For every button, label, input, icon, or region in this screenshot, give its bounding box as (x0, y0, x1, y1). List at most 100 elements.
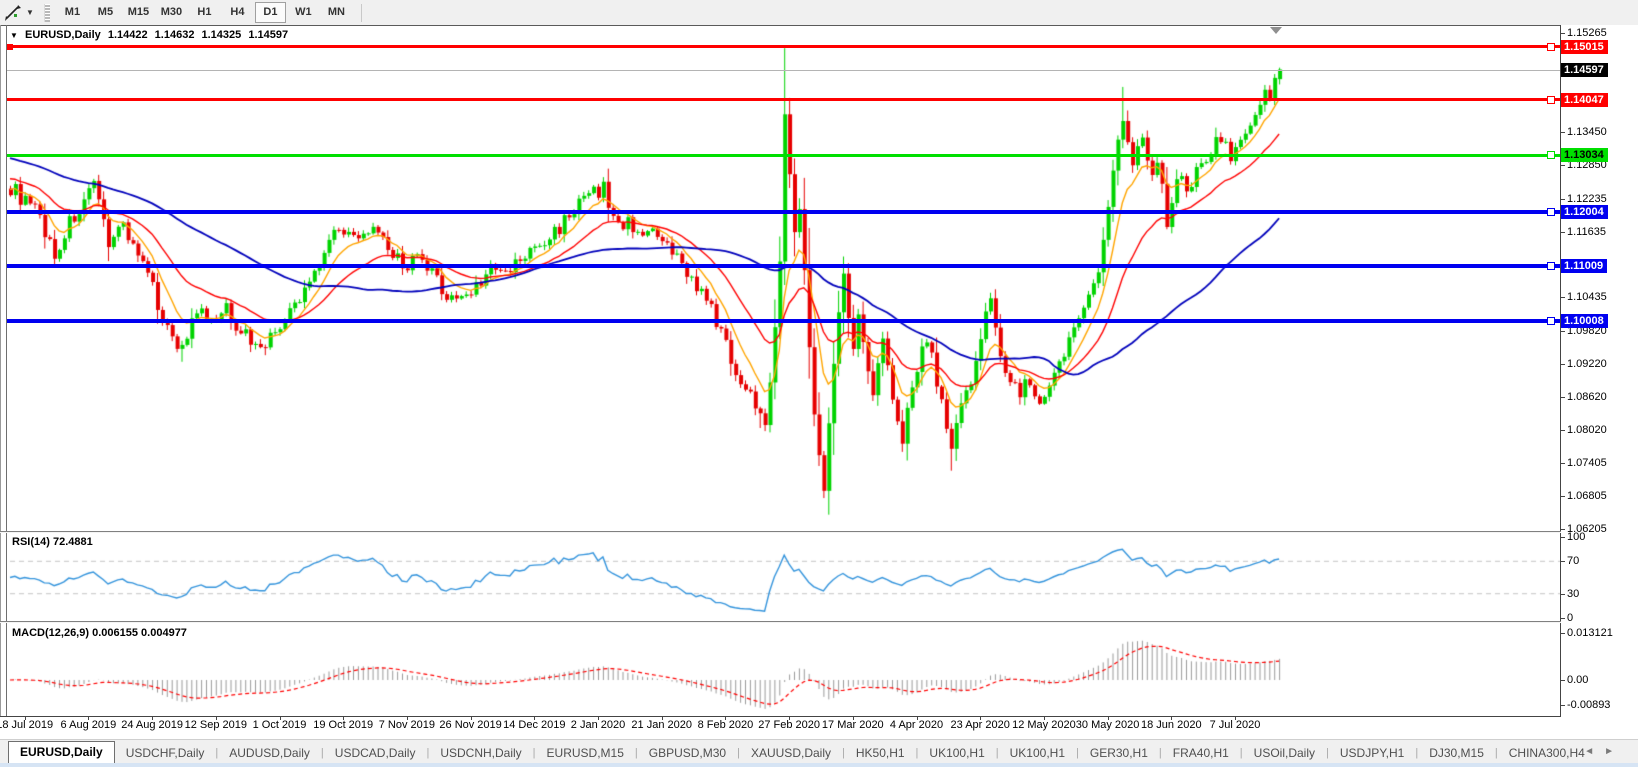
date-axis: 18 Jul 20196 Aug 201924 Aug 201912 Sep 2… (0, 719, 1561, 735)
line-handle-icon[interactable] (1547, 43, 1555, 51)
chart-shift-marker-icon[interactable] (1270, 27, 1282, 34)
tab-china300-h4[interactable]: CHINA300,H4 (1498, 743, 1596, 763)
chart-symbol-label: EURUSD,Daily (25, 29, 101, 41)
date-label: 27 Feb 2020 (758, 719, 820, 731)
price-tick-label: 1.15265 (1567, 26, 1607, 40)
timeframe-button-h4[interactable]: H4 (222, 2, 253, 23)
macd-tick-label: 0.013121 (1567, 626, 1613, 640)
macd-signal-value: 0.004977 (141, 627, 187, 639)
rsi-value: 72.4881 (53, 536, 93, 548)
timeframe-button-mn[interactable]: MN (321, 2, 352, 23)
timeframe-button-w1[interactable]: W1 (288, 2, 319, 23)
date-label: 23 Apr 2020 (951, 719, 1010, 731)
tab-scroll-right-icon[interactable]: ► (1604, 746, 1624, 757)
tab-uk100-h1[interactable]: UK100,H1 (999, 743, 1076, 763)
date-label: 30 May 2020 (1076, 719, 1140, 731)
ohlc-low: 1.14325 (202, 29, 242, 41)
timeframe-button-m5[interactable]: M5 (90, 2, 121, 23)
date-label: 18 Jun 2020 (1141, 719, 1202, 731)
timeframe-button-m1[interactable]: M1 (57, 2, 88, 23)
date-tick (917, 717, 918, 720)
tool-dropdown-caret-icon[interactable]: ▼ (26, 8, 34, 17)
macd-tick-label: -0.00893 (1567, 698, 1610, 712)
chart-title: ▼ EURUSD,Daily 1.14422 1.14632 1.14325 1… (10, 29, 292, 41)
tab-hk50-h1[interactable]: HK50,H1 (845, 743, 916, 763)
price-level-badge: 1.13034 (1561, 148, 1608, 162)
price-level-line-1.11009[interactable] (7, 264, 1560, 268)
timeframe-button-h1[interactable]: H1 (189, 2, 220, 23)
tab-eurusd-daily[interactable]: EURUSD,Daily (8, 741, 115, 763)
date-label: 8 Feb 2020 (698, 719, 754, 731)
tab-usdjpy-h1[interactable]: USDJPY,H1 (1329, 743, 1415, 763)
date-tick (1235, 717, 1236, 720)
line-handle-icon[interactable] (1547, 317, 1555, 325)
tab-dj30-m15[interactable]: DJ30,M15 (1418, 743, 1495, 763)
time-axis-line (0, 716, 1561, 717)
date-tick (471, 717, 472, 720)
price-level-line-1.10008[interactable] (7, 319, 1560, 323)
timeframe-button-d1[interactable]: D1 (255, 2, 286, 23)
toolbar-grip-handle[interactable] (44, 4, 50, 22)
date-tick (343, 717, 344, 720)
line-handle-icon[interactable] (1547, 151, 1555, 159)
price-tick-label: 1.12235 (1567, 192, 1607, 206)
tab-usdcad-daily[interactable]: USDCAD,Daily (324, 743, 427, 763)
rsi-tick-label: 0 (1567, 611, 1573, 625)
tab-audusd-daily[interactable]: AUDUSD,Daily (218, 743, 321, 763)
tab-usdcnh-daily[interactable]: USDCNH,Daily (429, 743, 532, 763)
date-label: 4 Apr 2020 (890, 719, 943, 731)
timeframe-button-m30[interactable]: M30 (156, 2, 187, 23)
price-level-line-1.13034[interactable] (7, 154, 1560, 157)
date-tick (152, 717, 153, 720)
price-level-badge: 1.15015 (1561, 40, 1608, 54)
tab-usdchf-daily[interactable]: USDCHF,Daily (115, 743, 216, 763)
macd-tick-label: 0.00 (1567, 673, 1588, 687)
chart-tabs: EURUSD,DailyUSDCHF,Daily|AUDUSD,Daily|US… (8, 740, 1596, 763)
macd-label: MACD(12,26,9) 0.006155 0.004977 (12, 627, 187, 639)
tab-xauusd-daily[interactable]: XAUUSD,Daily (740, 743, 842, 763)
price-level-line-1.14047[interactable] (7, 98, 1560, 101)
tab-scroll-arrows: ◄► (1584, 746, 1624, 757)
tab-fra40-h1[interactable]: FRA40,H1 (1162, 743, 1240, 763)
date-tick (534, 717, 535, 720)
date-tick (1044, 717, 1045, 720)
price-level-badge: 1.10008 (1561, 314, 1608, 328)
line-handle-icon[interactable] (1547, 262, 1555, 270)
date-label: 1 Oct 2019 (253, 719, 307, 731)
timeframe-button-m15[interactable]: M15 (123, 2, 154, 23)
price-chart-canvas[interactable] (7, 26, 1560, 716)
tab-uk100-h1[interactable]: UK100,H1 (918, 743, 995, 763)
date-tick (1108, 717, 1109, 720)
price-axis: 1.152651.134501.128501.122351.116351.104… (1561, 25, 1638, 716)
date-label: 12 Sep 2019 (185, 719, 247, 731)
date-label: 18 Jul 2019 (0, 719, 53, 731)
tab-eurusd-m15[interactable]: EURUSD,M15 (536, 743, 635, 763)
price-tick-label: 1.10435 (1567, 290, 1607, 304)
price-level-line-1.15015[interactable] (7, 45, 1560, 48)
timeframe-toolbar: ▼ M1M5M15M30H1H4D1W1MN (0, 0, 1638, 25)
tab-scroll-left-icon[interactable]: ◄ (1584, 746, 1604, 757)
macd-main-value: 0.006155 (92, 627, 138, 639)
price-tick-label: 1.08020 (1567, 423, 1607, 437)
date-tick (598, 717, 599, 720)
price-level-line-1.12004[interactable] (7, 210, 1560, 214)
date-tick (853, 717, 854, 720)
date-tick (216, 717, 217, 720)
chart-dropdown-caret-icon[interactable]: ▼ (10, 31, 18, 40)
rsi-label: RSI(14) 72.4881 (12, 536, 93, 548)
line-handle-icon[interactable] (1547, 96, 1555, 104)
line-handle-icon[interactable] (1547, 208, 1555, 216)
date-label: 17 Mar 2020 (822, 719, 884, 731)
date-label: 7 Jul 2020 (1210, 719, 1261, 731)
ohlc-high: 1.14632 (155, 29, 195, 41)
rsi-tick-label: 30 (1567, 587, 1579, 601)
tab-usoil-daily[interactable]: USOil,Daily (1243, 743, 1326, 763)
tab-gbpusd-m30[interactable]: GBPUSD,M30 (638, 743, 737, 763)
cursor-tool-icon[interactable] (4, 4, 24, 22)
price-tick-label: 1.13450 (1567, 125, 1607, 139)
chart-window-left-border-outer (0, 25, 1, 717)
line-handle-icon[interactable] (7, 44, 13, 50)
date-tick (407, 717, 408, 720)
price-tick-label: 1.09220 (1567, 357, 1607, 371)
tab-ger30-h1[interactable]: GER30,H1 (1079, 743, 1159, 763)
